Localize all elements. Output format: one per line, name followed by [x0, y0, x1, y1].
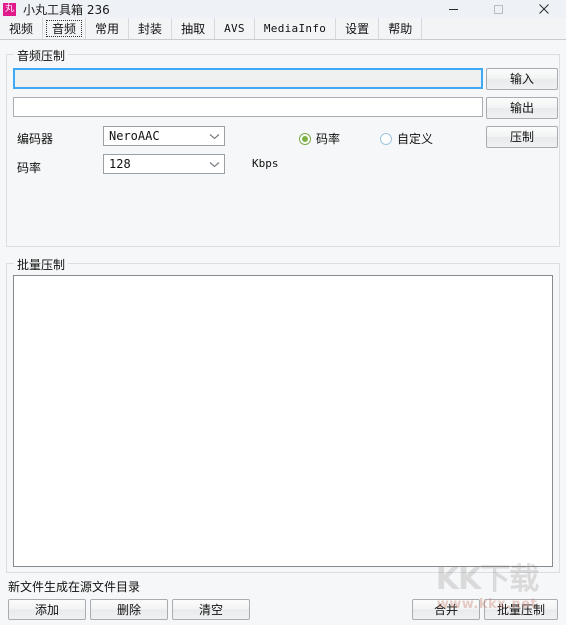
tab-help[interactable]: 帮助 [379, 18, 423, 39]
tab-extract[interactable]: 抽取 [172, 18, 216, 39]
tab-common[interactable]: 常用 [86, 18, 130, 39]
button-label: 添加 [34, 602, 59, 617]
tab-label: 音频 [52, 22, 77, 36]
merge-button[interactable]: 合并 [412, 599, 480, 620]
title-bar: 丸 小丸工具箱 236 [0, 0, 566, 18]
tab-label: AVS [224, 22, 245, 35]
input-path-field[interactable] [13, 68, 483, 89]
delete-file-button[interactable]: 删除 [90, 599, 168, 620]
tab-audio[interactable]: 音频 [43, 18, 87, 39]
bitrate-select-value: 128 [109, 157, 131, 171]
tab-label: MediaInfo [263, 22, 327, 35]
output-location-note: 新文件生成在源文件目录 [8, 580, 141, 594]
clear-list-button[interactable]: 清空 [172, 599, 250, 620]
tab-mediainfo[interactable]: MediaInfo [255, 18, 337, 39]
tab-strip-filler [422, 18, 566, 39]
tab-video[interactable]: 视频 [0, 18, 44, 39]
minimize-icon [449, 8, 458, 10]
encoder-select[interactable]: NeroAAC [103, 126, 225, 146]
button-label: 压制 [509, 130, 534, 144]
output-path-field[interactable] [13, 97, 483, 117]
encode-button[interactable]: 压制 [486, 126, 558, 148]
button-label: 批量压制 [496, 602, 545, 617]
radio-label: 自定义 [397, 132, 434, 146]
minimize-button[interactable] [431, 0, 476, 18]
button-label: 合并 [433, 602, 458, 617]
tab-strip: 视频 音频 常用 封装 抽取 AVS MediaInfo 设置 帮助 [0, 18, 566, 40]
window-controls [431, 0, 566, 18]
app-icon: 丸 [3, 2, 16, 16]
tab-avs[interactable]: AVS [215, 18, 255, 39]
radio-dot-icon [299, 132, 311, 145]
tab-label: 设置 [345, 22, 370, 36]
close-icon [538, 4, 549, 14]
tab-label: 视频 [9, 22, 34, 36]
button-label: 输出 [509, 101, 534, 115]
encoder-label: 编码器 [17, 132, 54, 146]
batch-file-list[interactable] [13, 275, 553, 567]
mode-radio-custom[interactable]: 自定义 [380, 130, 433, 147]
audio-group-title: 音频压制 [14, 47, 69, 64]
add-file-button[interactable]: 添加 [8, 599, 86, 620]
mode-radio-bitrate[interactable]: 码率 [299, 130, 340, 147]
chevron-down-icon [204, 133, 224, 140]
button-label: 清空 [198, 602, 223, 617]
button-label: 删除 [116, 602, 141, 617]
chevron-down-icon [204, 161, 224, 168]
radio-label: 码率 [316, 132, 341, 146]
tab-label: 帮助 [388, 22, 413, 36]
bitrate-label: 码率 [17, 161, 42, 175]
input-browse-button[interactable]: 输入 [486, 68, 558, 90]
output-browse-button[interactable]: 输出 [486, 97, 558, 119]
tab-settings[interactable]: 设置 [336, 18, 380, 39]
maximize-icon [494, 4, 503, 14]
window-title: 小丸工具箱 236 [23, 2, 110, 17]
tab-label: 封装 [138, 22, 163, 36]
tab-label: 常用 [95, 22, 120, 36]
maximize-button[interactable] [476, 0, 521, 18]
batch-group-title: 批量压制 [14, 256, 69, 273]
encoder-select-value: NeroAAC [109, 129, 160, 143]
tab-label: 抽取 [181, 22, 206, 36]
tab-mux[interactable]: 封装 [129, 18, 173, 39]
close-button[interactable] [521, 0, 566, 18]
bitrate-select[interactable]: 128 [103, 154, 225, 174]
batch-encode-button[interactable]: 批量压制 [484, 599, 558, 620]
kbps-unit-label: Kbps [252, 157, 279, 170]
button-label: 输入 [509, 72, 534, 86]
radio-dot-icon [380, 132, 392, 145]
